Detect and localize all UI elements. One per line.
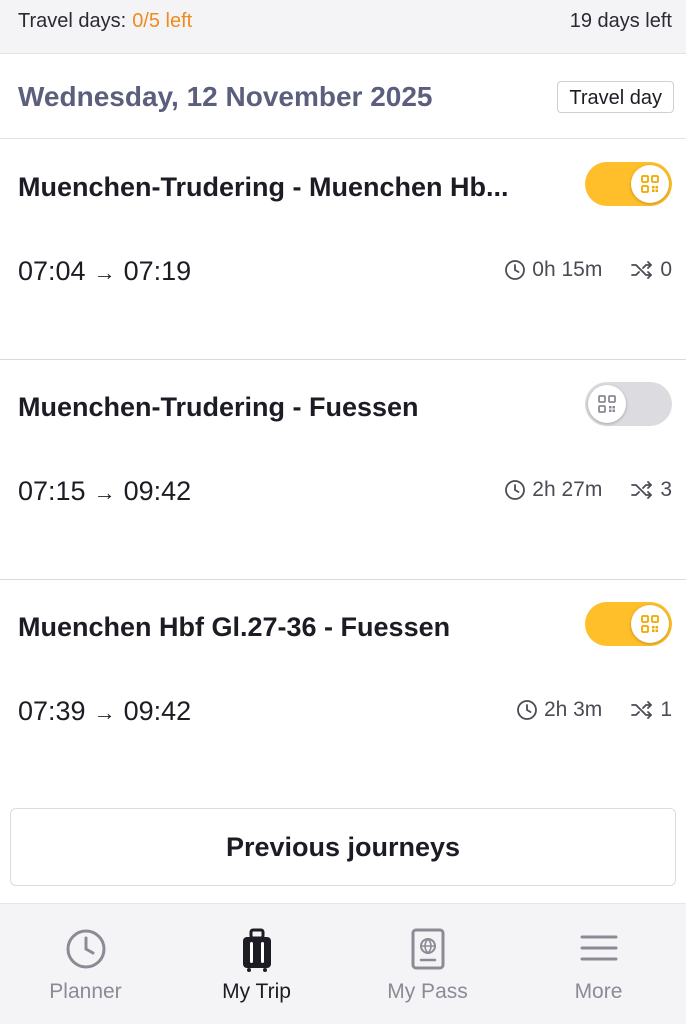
tab-my-trip[interactable]: My Trip [171, 904, 342, 1025]
suitcase-icon [242, 928, 271, 972]
changes-count: 0 [660, 258, 672, 281]
arrival-time: 09:42 [123, 696, 192, 726]
tab-label: More [574, 980, 623, 1003]
journey-meta: 0h 15m 0 [504, 258, 672, 282]
travel-status-bar: Travel days: 0/5 left 19 days left [0, 0, 686, 54]
journey-duration: 0h 15m [532, 258, 603, 281]
travel-day-badge[interactable]: Travel day [557, 81, 674, 113]
passport-icon [411, 928, 444, 970]
departure-time: 07:39 [18, 696, 86, 726]
ticket-toggle[interactable] [585, 162, 672, 206]
journey-route: Muenchen Hbf Gl.27-36 - Fuessen [18, 612, 451, 642]
journey-route: Muenchen-Trudering - Fuessen [18, 392, 419, 422]
qr-code-icon [588, 385, 626, 423]
journey-times: 07:15 → 09:42 [18, 476, 191, 507]
arrow-right-icon: → [93, 260, 116, 285]
ticket-toggle[interactable] [585, 602, 672, 646]
journey-meta: 2h 3m 1 [516, 698, 672, 722]
travel-days-value: 0/5 left [132, 10, 193, 32]
arrival-time: 07:19 [123, 256, 192, 286]
departure-time: 07:15 [18, 476, 86, 506]
journey-card[interactable]: Muenchen Hbf Gl.27-36 - Fuessen 07:39 → 09… [0, 582, 686, 800]
clock-icon [517, 700, 537, 720]
shuffle-icon [631, 261, 653, 279]
tab-label: My Pass [387, 980, 468, 1003]
menu-icon [580, 935, 617, 961]
previous-journeys-button[interactable]: Previous journeys [10, 808, 676, 886]
changes-count: 1 [660, 698, 672, 721]
date-title: Wednesday, 12 November 2025 [18, 81, 433, 112]
changes-count: 3 [660, 478, 672, 501]
qr-code-icon [631, 165, 669, 203]
arrow-right-icon: → [93, 700, 116, 725]
bottom-tab-bar: Planner My Trip My Pass More [0, 903, 686, 1024]
travel-days-label: Travel days: [18, 10, 127, 32]
travel-days-counter: Travel days: 0/5 left [18, 10, 192, 33]
ticket-toggle[interactable] [585, 382, 672, 426]
qr-code-icon [631, 605, 669, 643]
departure-time: 07:04 [18, 256, 86, 286]
tab-label: My Trip [222, 980, 291, 1003]
journey-duration: 2h 3m [543, 698, 603, 721]
days-left: 19 days left [569, 10, 672, 32]
clock-icon [505, 480, 526, 500]
tab-more[interactable]: More [513, 904, 684, 1025]
clock-icon [505, 260, 526, 280]
arrival-time: 09:42 [123, 476, 192, 506]
shuffle-icon [631, 701, 653, 719]
tab-label: Planner [49, 980, 122, 1003]
journey-duration: 2h 27m [532, 478, 603, 501]
journey-route: Muenchen-Trudering - Muenchen Hb... [18, 172, 509, 202]
journey-card[interactable]: Muenchen-Trudering - Muenchen Hb... 07:0… [0, 142, 686, 360]
shuffle-icon [631, 481, 653, 499]
clock-icon [66, 929, 105, 969]
journey-meta: 2h 27m 3 [504, 478, 672, 502]
date-header: Wednesday, 12 November 2025 Travel day [0, 55, 686, 139]
journey-times: 07:04 → 07:19 [18, 256, 191, 287]
tab-planner[interactable]: Planner [0, 904, 171, 1025]
tab-my-pass[interactable]: My Pass [342, 904, 513, 1025]
arrow-right-icon: → [93, 480, 116, 505]
journey-times: 07:39 → 09:42 [18, 696, 191, 727]
journey-card[interactable]: Muenchen-Trudering - Fuessen 07:15 → 09:42… [0, 362, 686, 580]
